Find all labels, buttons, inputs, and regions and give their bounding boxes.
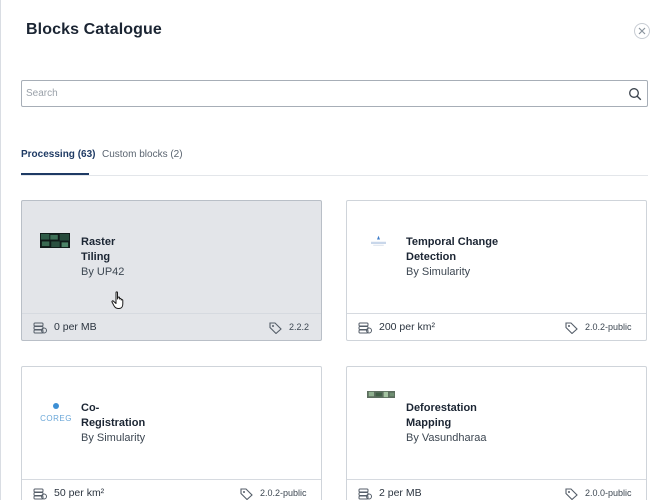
block-name: Raster Tiling xyxy=(81,236,116,263)
block-author: By UP42 xyxy=(81,266,125,278)
tag-icon xyxy=(240,488,253,500)
block-cost: 2 per MB xyxy=(379,487,422,499)
block-name: Temporal Change Detection xyxy=(406,236,499,263)
card-footer: 50 per km² 2.0.2-public xyxy=(22,479,321,500)
block-name: Co-Registration xyxy=(81,402,146,429)
simularity-logo xyxy=(371,235,386,246)
tab-processing[interactable]: Processing (63) xyxy=(21,149,95,160)
credits-icon xyxy=(33,488,47,500)
credits-icon xyxy=(358,488,372,500)
close-icon xyxy=(638,27,646,35)
block-cost: 200 per km² xyxy=(379,321,436,333)
coreg-logo: COREG xyxy=(40,397,72,423)
vasundharaa-logo xyxy=(367,391,395,398)
tag-icon xyxy=(269,322,282,334)
active-tab-indicator xyxy=(21,173,89,175)
block-card-temporal-change-detection[interactable]: Temporal Change Detection By Simularity … xyxy=(346,200,647,341)
search-input[interactable] xyxy=(22,81,617,106)
modal-title: Blocks Catalogue xyxy=(26,21,162,38)
tab-custom-blocks[interactable]: Custom blocks (2) xyxy=(102,149,183,160)
coreg-logo-mark xyxy=(53,403,59,409)
block-name: Deforestation Mapping xyxy=(406,402,477,429)
tag-icon xyxy=(565,322,578,334)
block-cost: 0 per MB xyxy=(54,321,97,333)
block-version: 2.0.2-public xyxy=(585,322,632,332)
block-card-co-registration[interactable]: COREG Co-Registration By Simularity 50 p… xyxy=(21,366,322,500)
search-box xyxy=(21,80,648,107)
block-author: By Simularity xyxy=(406,266,471,278)
hand-pointer-cursor-icon xyxy=(111,291,124,309)
block-author: By Vasundharaa xyxy=(406,432,487,444)
coreg-logo-text: COREG xyxy=(40,414,72,423)
blocks-catalogue-modal: Blocks Catalogue Processing (63) Custom … xyxy=(0,0,665,500)
card-footer: 0 per MB 2.2.2 xyxy=(22,313,321,341)
search-icon[interactable] xyxy=(628,87,642,101)
block-version: 2.2.2 xyxy=(289,322,310,332)
block-author: By Simularity xyxy=(81,432,146,444)
card-footer: 2 per MB 2.0.0-public xyxy=(347,479,646,500)
block-version: 2.0.0-public xyxy=(585,488,632,498)
block-card-deforestation-mapping[interactable]: Deforestation Mapping By Vasundharaa 2 p… xyxy=(346,366,647,500)
tab-bar: Processing (63) Custom blocks (2) xyxy=(21,145,648,176)
close-button[interactable] xyxy=(634,23,650,39)
credits-icon xyxy=(33,322,47,334)
block-card-raster-tiling[interactable]: Raster Tiling By UP42 0 per MB 2.2.2 xyxy=(21,200,322,341)
tag-icon xyxy=(565,488,578,500)
raster-tiling-logo xyxy=(40,233,70,248)
block-cost: 50 per km² xyxy=(54,487,105,499)
card-footer: 200 per km² 2.0.2-public xyxy=(347,313,646,341)
block-version: 2.0.2-public xyxy=(260,488,307,498)
credits-icon xyxy=(358,322,372,334)
